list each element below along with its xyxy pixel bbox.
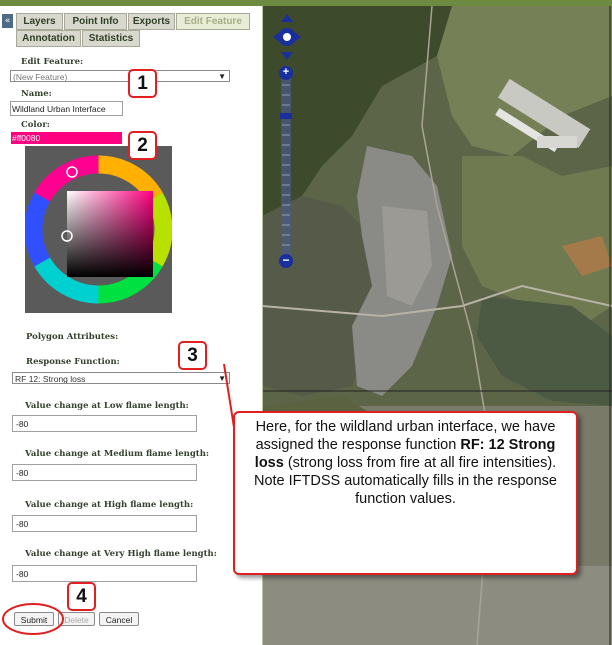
explanation-callout: Here, for the wildland urban interface, … bbox=[233, 411, 578, 575]
submit-highlight-circle bbox=[2, 603, 64, 635]
step-2-marker: 2 bbox=[128, 131, 157, 160]
step-3-marker: 3 bbox=[178, 341, 207, 370]
callout-text-rest: (strong loss from fire at all fire inten… bbox=[253, 455, 557, 507]
step-4-marker: 4 bbox=[67, 582, 96, 611]
step-1-marker: 1 bbox=[128, 69, 157, 98]
